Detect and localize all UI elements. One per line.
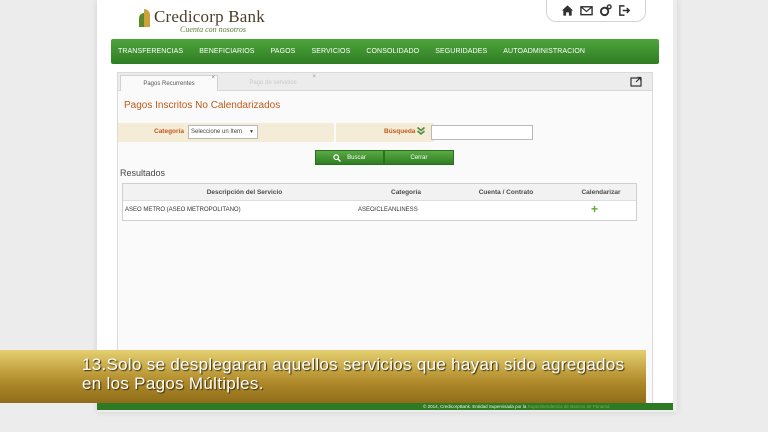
nav-item-transferencias[interactable]: TRANSFERENCIAS bbox=[118, 48, 183, 55]
page-title: Pagos Inscritos No Calendarizados bbox=[124, 100, 281, 111]
tab-label: Pagos Recurrentes bbox=[143, 80, 195, 87]
home-icon[interactable] bbox=[561, 4, 574, 17]
nav-item-pagos[interactable]: PAGOS bbox=[271, 48, 296, 55]
close-button-label: Cerrar bbox=[410, 154, 428, 161]
mail-icon[interactable] bbox=[580, 4, 593, 17]
footer-copyright: © 2014, CredicorpBank. Entidad Supervisa… bbox=[423, 404, 527, 409]
subtitle-caption: 13.Solo se desplegaran aquellos servicio… bbox=[0, 350, 646, 403]
results-label: Resultados bbox=[120, 168, 166, 178]
add-schedule-icon[interactable]: + bbox=[591, 203, 598, 215]
tab-pagos-recurrentes[interactable]: Pagos Recurrentes × bbox=[120, 75, 218, 91]
results-table: Descripción del Servicio Categoría Cuent… bbox=[122, 183, 637, 221]
search-button-label: Buscar bbox=[347, 154, 366, 161]
header-icon-tray bbox=[546, 0, 646, 22]
column-header-category: Categoría bbox=[391, 189, 421, 196]
cell-category: ASEO/CLEANLINESS bbox=[358, 207, 418, 213]
footer-link[interactable]: Superintendencia de Bancos de Panamá bbox=[528, 404, 610, 409]
filter-row: Categoría Seleccione un Item ▼ Búsqueda bbox=[118, 123, 652, 142]
chevron-down-icon: ▼ bbox=[249, 129, 254, 135]
tab-close-icon[interactable]: × bbox=[211, 75, 215, 81]
tab-label: Pago de servicios bbox=[249, 80, 297, 86]
page-container: Credicorp Bank Cuenta con nosotros TRANS… bbox=[97, 0, 673, 410]
nav-item-autoadministracion[interactable]: AUTOADMINISTRACION bbox=[503, 48, 585, 55]
cell-description: ASEO METRO (ASEO METROPOLITANO) bbox=[125, 207, 241, 213]
table-header: Descripción del Servicio Categoría Cuent… bbox=[123, 184, 636, 201]
category-label: Categoría bbox=[154, 128, 184, 135]
search-button[interactable]: Buscar bbox=[315, 150, 384, 165]
double-chevron-down-icon[interactable] bbox=[416, 126, 426, 136]
logo-mark bbox=[139, 9, 151, 27]
main-nav: TRANSFERENCIAS BENEFICIARIOS PAGOS SERVI… bbox=[111, 39, 659, 64]
export-icon[interactable] bbox=[630, 76, 642, 87]
settings-icon[interactable] bbox=[599, 4, 612, 17]
tab-close-icon[interactable]: × bbox=[312, 74, 316, 80]
tab-bar: Pagos Recurrentes × Pago de servicios × bbox=[118, 73, 652, 91]
column-header-account: Cuenta / Contrato bbox=[478, 189, 534, 196]
header: Credicorp Bank Cuenta con nosotros bbox=[97, 0, 673, 38]
search-input[interactable] bbox=[431, 125, 533, 140]
category-select-value: Seleccione un Item bbox=[191, 129, 243, 135]
tab-pago-de-servicios[interactable]: Pago de servicios × bbox=[228, 74, 318, 91]
caption-line-2: en los Pagos Múltiples. bbox=[82, 374, 264, 393]
nav-item-servicios[interactable]: SERVICIOS bbox=[311, 48, 350, 55]
logo[interactable]: Credicorp Bank Cuenta con nosotros bbox=[139, 8, 265, 34]
brand-tagline: Cuenta con nosotros bbox=[180, 25, 246, 34]
nav-item-seguridades[interactable]: SEGURIDADES bbox=[435, 48, 487, 55]
footer: © 2014, CredicorpBank. Entidad Supervisa… bbox=[97, 403, 673, 410]
search-label: Búsqueda bbox=[384, 128, 416, 135]
logout-icon[interactable] bbox=[618, 4, 631, 17]
column-header-description: Descripción del Servicio bbox=[206, 189, 283, 196]
column-header-schedule: Calendarizar bbox=[581, 189, 621, 196]
category-select[interactable]: Seleccione un Item ▼ bbox=[188, 125, 258, 139]
table-row[interactable]: ASEO METRO (ASEO METROPOLITANO) ASEO/CLE… bbox=[123, 202, 636, 219]
nav-item-beneficiarios[interactable]: BENEFICIARIOS bbox=[199, 48, 254, 55]
close-button[interactable]: Cerrar bbox=[384, 150, 454, 165]
nav-item-consolidado[interactable]: CONSOLIDADO bbox=[366, 48, 419, 55]
footer-text: © 2014, CredicorpBank. Entidad Supervisa… bbox=[423, 403, 609, 410]
brand-name: Credicorp Bank bbox=[154, 7, 265, 26]
caption-line-1: 13.Solo se desplegaran aquellos servicio… bbox=[82, 355, 625, 374]
search-icon bbox=[333, 153, 342, 162]
